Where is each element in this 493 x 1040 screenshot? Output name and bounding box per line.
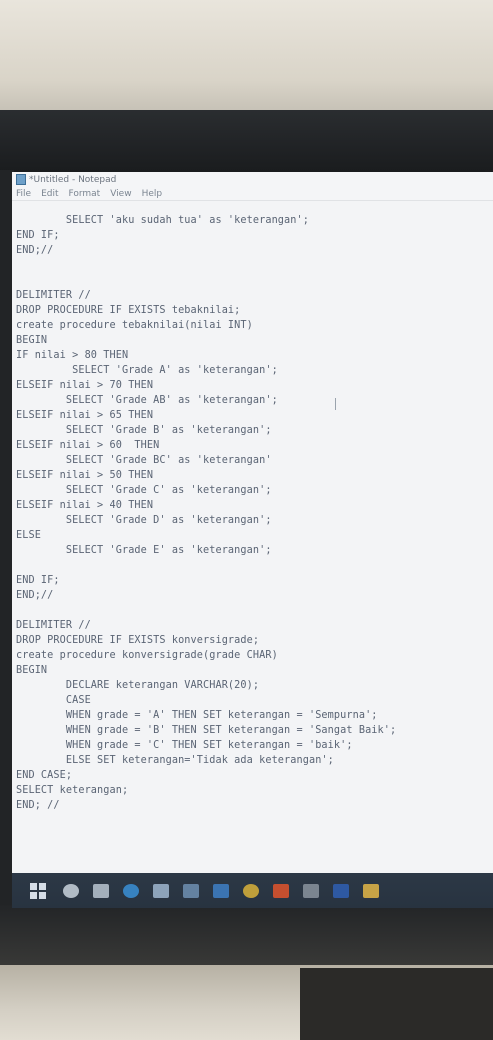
code-line: SELECT 'Grade AB' as 'keterangan'; [16,395,278,406]
mail-icon[interactable] [210,880,232,902]
monitor-screen: *Untitled - Notepad File Edit Format Vie… [12,172,493,908]
store-icon-glyph [153,883,169,898]
monitor-bezel-top [0,110,493,172]
code-line: END CASE; [16,770,73,781]
code-line: END;// [16,590,54,601]
text-cursor-icon [335,398,336,410]
code-line: SELECT 'Grade A' as 'keterangan'; [16,365,278,376]
code-line: BEGIN [16,665,48,676]
code-line: WHEN grade = 'B' THEN SET keterangan = '… [16,725,397,736]
task-view-icon[interactable] [90,880,112,902]
chrome-icon[interactable] [240,880,262,902]
code-line: DECLARE keterangan VARCHAR(20); [16,680,260,691]
word-icon[interactable] [330,880,352,902]
office-icon-glyph [273,883,289,898]
code-line: ELSE [16,530,41,541]
code-line: create procedure konversigrade(grade CHA… [16,650,278,661]
folder-icon[interactable] [360,880,382,902]
code-line: END IF; [16,230,60,241]
explorer-icon[interactable] [300,880,322,902]
task-view-icon-glyph [93,883,109,898]
windows-start-icon[interactable] [30,882,46,899]
photos-icon[interactable] [180,880,202,902]
code-line: create procedure tebaknilai(nilai INT) [16,320,253,331]
code-line: DELIMITER // [16,620,91,631]
code-line: SELECT 'Grade B' as 'keterangan'; [16,425,272,436]
code-line: ELSEIF nilai > 40 THEN [16,500,154,511]
monitor-bezel-bottom [0,905,493,970]
desk-object [300,968,493,1040]
code-line: ELSEIF nilai > 70 THEN [16,380,154,391]
code-line: END;// [16,245,54,256]
menu-edit[interactable]: Edit [41,189,58,199]
photos-icon-glyph [183,883,199,898]
code-line: CASE [16,695,91,706]
search-icon-glyph [63,883,79,898]
menu-file[interactable]: File [16,189,31,199]
notepad-icon [16,174,26,185]
code-line: BEGIN [16,335,48,346]
code-line: SELECT 'aku sudah tua' as 'keterangan'; [16,215,309,226]
code-line: END; // [16,800,60,811]
explorer-icon-glyph [303,883,319,898]
code-line: ELSE SET keterangan='Tidak ada keteranga… [16,755,334,766]
word-icon-glyph [333,883,349,898]
menu-help[interactable]: Help [142,189,163,199]
menu-format[interactable]: Format [69,189,101,199]
code-line: DELIMITER // [16,290,91,301]
search-icon[interactable] [60,880,82,902]
code-line: SELECT 'Grade E' as 'keterangan'; [16,545,272,556]
code-line: ELSEIF nilai > 65 THEN [16,410,154,421]
store-icon[interactable] [150,880,172,902]
menu-bar: File Edit Format View Help [12,187,493,201]
code-line: DROP PROCEDURE IF EXISTS konversigrade; [16,635,260,646]
chrome-icon-glyph [243,883,259,898]
code-line: SELECT 'Grade C' as 'keterangan'; [16,485,272,496]
code-line: ELSEIF nilai > 60 THEN [16,440,160,451]
code-line: ELSEIF nilai > 50 THEN [16,470,154,481]
edge-icon-glyph [123,883,139,898]
background-wall [0,0,493,115]
mail-icon-glyph [213,883,229,898]
code-line: SELECT keterangan; [16,785,129,796]
code-line: DROP PROCEDURE IF EXISTS tebaknilai; [16,305,241,316]
code-line: SELECT 'Grade D' as 'keterangan'; [16,515,272,526]
code-line: END IF; [16,575,60,586]
window-title: *Untitled - Notepad [29,174,117,185]
code-line: SELECT 'Grade BC' as 'keterangan' [16,455,272,466]
taskbar [12,873,493,908]
code-line: WHEN grade = 'A' THEN SET keterangan = '… [16,710,378,721]
code-line: WHEN grade = 'C' THEN SET keterangan = '… [16,740,353,751]
edge-icon[interactable] [120,880,142,902]
office-icon[interactable] [270,880,292,902]
text-editor-area[interactable]: SELECT 'aku sudah tua' as 'keterangan'; E… [12,201,493,873]
code-line: IF nilai > 80 THEN [16,350,129,361]
title-bar[interactable]: *Untitled - Notepad [12,172,493,187]
folder-icon-glyph [363,883,379,898]
menu-view[interactable]: View [110,189,131,199]
